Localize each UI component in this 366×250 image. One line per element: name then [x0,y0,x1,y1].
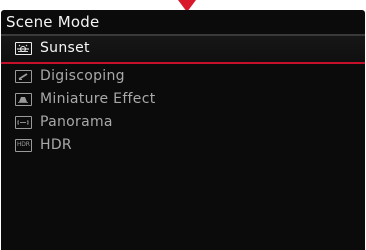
panorama-icon [15,116,32,129]
sunset-icon [15,42,32,55]
menu-item-digiscoping[interactable]: Digiscoping [1,66,365,89]
menu-item-label: Sunset [40,40,90,56]
hdr-icon-text: HDR [17,141,30,148]
menu-item-label: Panorama [40,114,113,130]
title-bar: Scene Mode [1,10,365,36]
miniature-effect-icon [15,93,32,106]
menu-item-label: HDR [40,137,72,153]
digiscoping-icon [15,70,32,83]
menu-item-miniature-effect[interactable]: Miniature Effect [1,89,365,112]
menu-item-label: Miniature Effect [40,91,156,107]
menu-item-hdr[interactable]: HDR HDR [1,135,365,158]
hdr-icon: HDR [15,139,32,152]
menu-item-label: Digiscoping [40,68,125,84]
menu-item-panorama[interactable]: Panorama [1,112,365,135]
scene-mode-list: Sunset Digiscoping Miniature Effect Pano… [1,36,365,158]
scene-mode-menu: Scene Mode Sunset Digiscoping Miniature … [1,10,365,250]
menu-title: Scene Mode [6,13,100,31]
menu-item-sunset[interactable]: Sunset [1,36,365,64]
